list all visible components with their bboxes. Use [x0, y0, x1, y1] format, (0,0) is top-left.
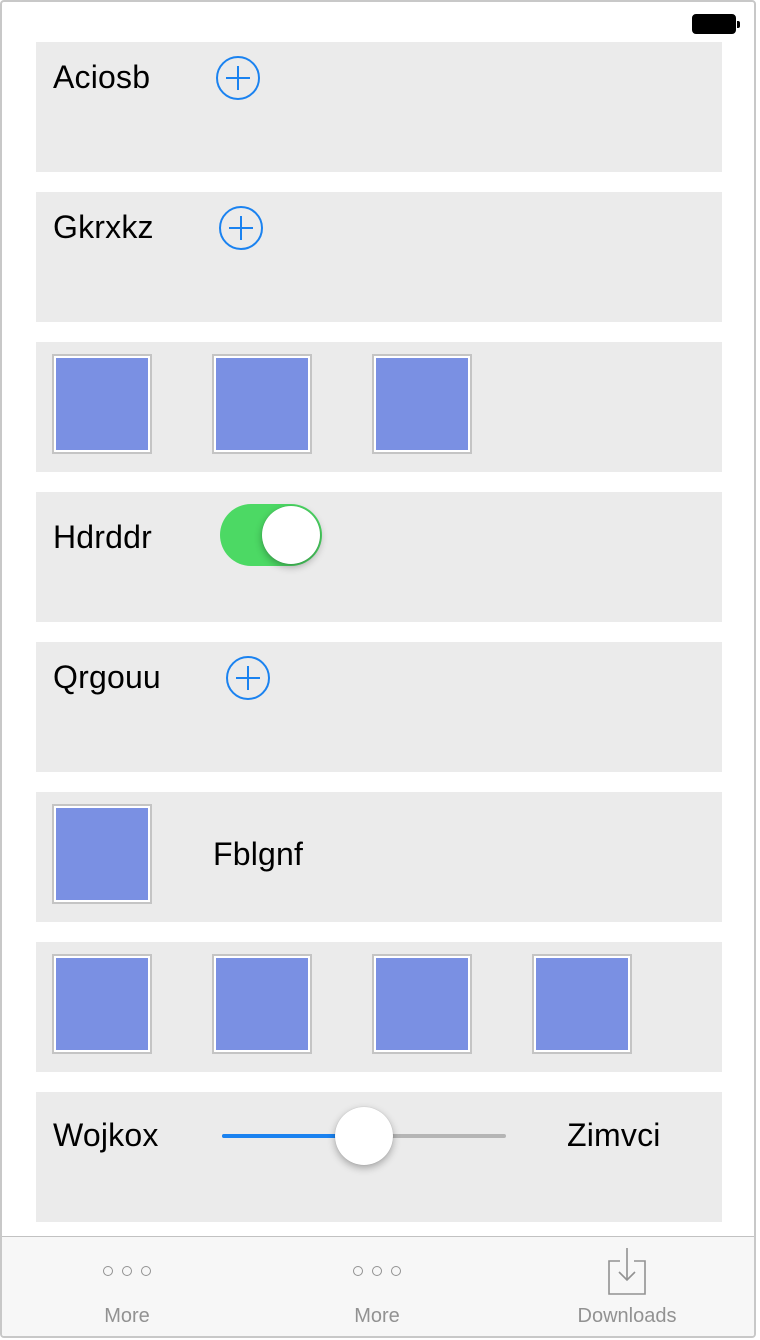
tab-more-1[interactable]: More: [2, 1237, 252, 1336]
row-label: Gkrxkz: [53, 209, 154, 245]
row-label: Fblgnf: [213, 836, 304, 872]
slider-max-label: Zimvci: [567, 1117, 661, 1153]
thumbnail-image[interactable]: [212, 954, 312, 1054]
status-bar: [2, 2, 754, 42]
toggle-knob: [262, 506, 320, 564]
thumbnail-image[interactable]: [52, 354, 152, 454]
toggle-switch[interactable]: [220, 504, 322, 566]
list-row-qrgouu: Qrgouu: [36, 642, 722, 772]
thumbnail-image[interactable]: [52, 954, 152, 1054]
list-row-fblgnf: Fblgnf: [36, 792, 722, 922]
thumbnail-image[interactable]: [52, 804, 152, 904]
tab-label: Downloads: [577, 1305, 677, 1327]
battery-icon: [692, 14, 740, 34]
thumbnail-image[interactable]: [532, 954, 632, 1054]
list-row-gkrxkz: Gkrxkz: [36, 192, 722, 322]
row-label: Aciosb: [53, 59, 151, 95]
more-dots-icon: [353, 1265, 401, 1277]
slider-min-label: Wojkox: [53, 1117, 159, 1153]
plus-circle-icon[interactable]: [216, 56, 260, 100]
app-screen: Aciosb Gkrxkz Hdrddr Qrgouu Fblgnf Wojko…: [0, 0, 756, 1338]
row-label: Hdrddr: [53, 519, 153, 555]
download-tray-icon: [608, 1248, 646, 1295]
more-dots-icon: [103, 1265, 151, 1277]
tab-downloads[interactable]: Downloads: [502, 1237, 752, 1336]
list-row-aciosb: Aciosb: [36, 42, 722, 172]
tab-bar: More More Downloads: [2, 1236, 754, 1336]
list-row-hdrddr: Hdrddr: [36, 492, 722, 622]
tab-label: More: [354, 1305, 400, 1327]
tab-label: More: [104, 1305, 150, 1327]
thumbnail-image[interactable]: [212, 354, 312, 454]
slider-thumb[interactable]: [335, 1107, 393, 1165]
thumbnail-image[interactable]: [372, 954, 472, 1054]
tab-more-2[interactable]: More: [252, 1237, 502, 1336]
row-label: Qrgouu: [53, 659, 161, 695]
list-row-slider: Wojkox Zimvci: [36, 1092, 722, 1222]
plus-circle-icon[interactable]: [226, 656, 270, 700]
plus-circle-icon[interactable]: [219, 206, 263, 250]
thumbnail-row: [36, 942, 722, 1072]
value-slider[interactable]: [222, 1106, 506, 1166]
thumbnail-row: [36, 342, 722, 472]
thumbnail-image[interactable]: [372, 354, 472, 454]
